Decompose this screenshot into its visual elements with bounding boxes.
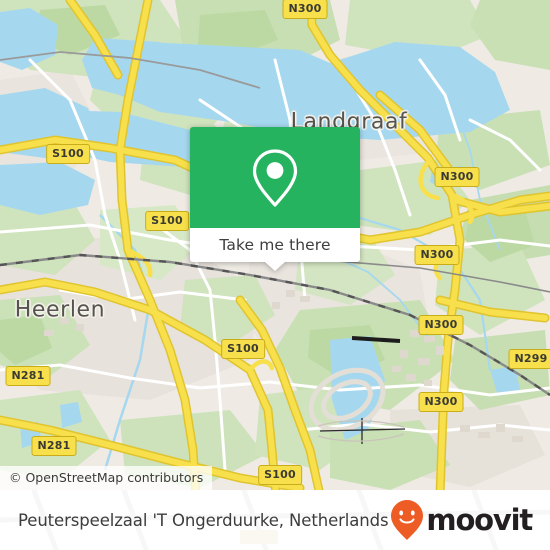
road-shield: N281 [5,366,51,386]
map-pin-icon [252,148,298,207]
moovit-wordmark: moovit [426,502,533,537]
moovit-smiley-pin-icon [391,500,424,540]
road-shield: N299 [508,349,550,369]
road-shield: S100 [46,144,90,164]
popup-pointer-tail [265,262,285,271]
popup-footer[interactable]: Take me there [190,228,360,271]
road-shield: S100 [145,211,189,231]
take-me-there-label: Take me there [219,236,331,254]
road-shield: N300 [282,0,328,19]
footer-bar: Peuterspeelzaal 'T Ongerduurke, Netherla… [0,490,550,550]
place-popup-card[interactable]: Take me there [190,127,360,271]
moovit-map-screenshot: N300 S100 N300 S100 N300 N300 N299 S100 … [0,0,550,550]
popup-header [190,127,360,228]
moovit-brand[interactable]: moovit [390,499,533,541]
road-shield: N300 [418,315,464,335]
road-shield: N300 [434,167,480,187]
road-shield: S100 [221,339,265,359]
map-canvas[interactable]: N300 S100 N300 S100 N300 N300 N299 S100 … [0,0,550,490]
road-shield: S100 [258,465,302,485]
road-shield: N281 [31,436,77,456]
city-label-heerlen: Heerlen [14,297,106,323]
road-shield: N300 [414,245,460,265]
footer-content: Peuterspeelzaal 'T Ongerduurke, Netherla… [0,490,550,550]
road-shield: N300 [418,392,464,412]
place-title: Peuterspeelzaal 'T Ongerduurke, Netherla… [18,510,389,530]
osm-attribution[interactable]: © OpenStreetMap contributors [0,466,213,490]
